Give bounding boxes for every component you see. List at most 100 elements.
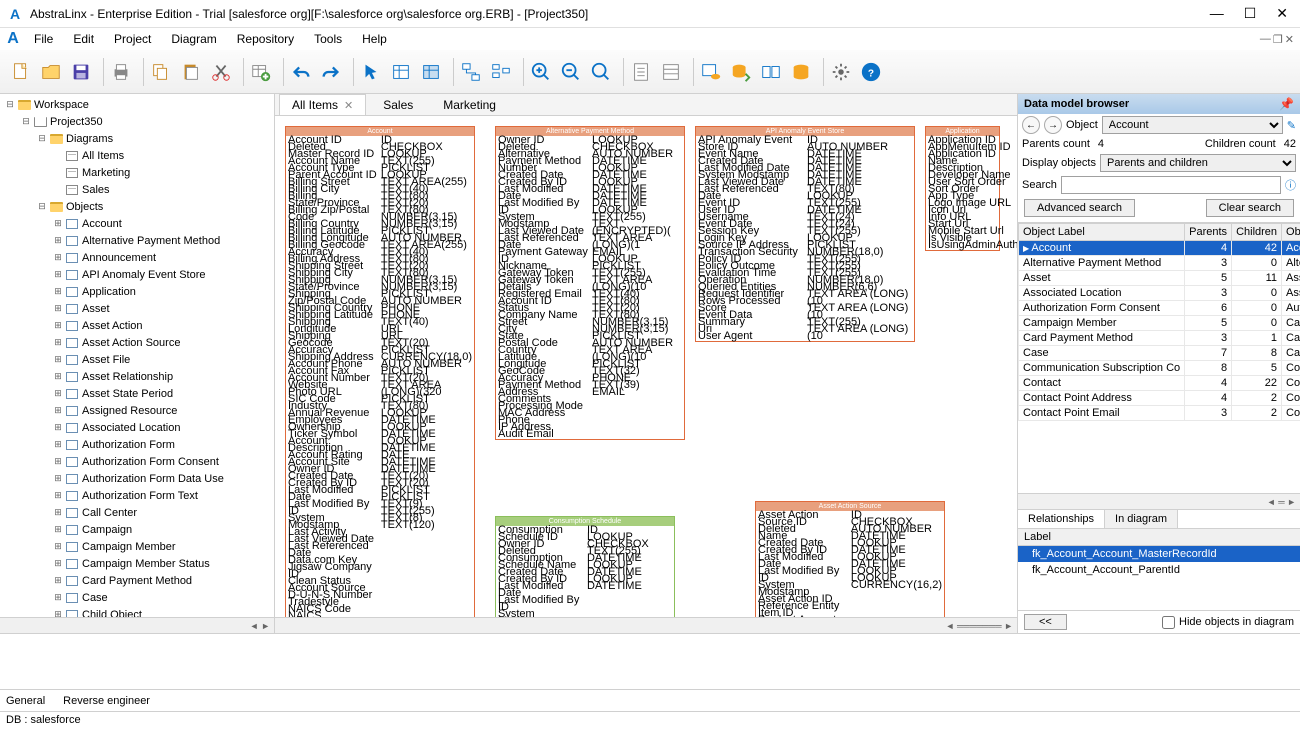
mdi-minimize-icon[interactable]: — xyxy=(1260,33,1271,46)
tab-marketing[interactable]: Marketing xyxy=(430,94,509,115)
tab-all-items[interactable]: All Items✕ xyxy=(279,94,366,115)
tree-objects[interactable]: ⊟Objects xyxy=(0,198,274,215)
objects-grid[interactable]: Object LabelParentsChildrenObjeAccount44… xyxy=(1018,222,1300,493)
db-table-button[interactable] xyxy=(696,57,726,87)
tree-object-child-object[interactable]: ⊞Child Object xyxy=(0,606,274,617)
tree-object-asset-action[interactable]: ⊞Asset Action xyxy=(0,317,274,334)
tree-object-authorization-form[interactable]: ⊞Authorization Form xyxy=(0,436,274,453)
tree-object-announcement[interactable]: ⊞Announcement xyxy=(0,249,274,266)
grid-row[interactable]: Account442Acco xyxy=(1019,241,1300,256)
tree-diagram-sales[interactable]: Sales xyxy=(0,181,274,198)
display-objects-select[interactable]: Parents and children xyxy=(1100,154,1296,172)
grid-header[interactable]: Children xyxy=(1232,224,1282,241)
mdi-close-icon[interactable]: ✕ xyxy=(1285,33,1294,46)
menu-help[interactable]: Help xyxy=(352,29,397,49)
add-table-button[interactable] xyxy=(246,57,276,87)
tree-diagram-marketing[interactable]: Marketing xyxy=(0,164,274,181)
tree-object-campaign-member[interactable]: ⊞Campaign Member xyxy=(0,538,274,555)
list-button[interactable] xyxy=(656,57,686,87)
zoom-in-button[interactable] xyxy=(526,57,556,87)
canvas-scrollbar[interactable]: ◄ ═══════ ► xyxy=(275,617,1017,633)
forward-button[interactable]: → xyxy=(1044,116,1062,134)
tree-object-call-center[interactable]: ⊞Call Center xyxy=(0,504,274,521)
db-cylinder-button[interactable] xyxy=(786,57,816,87)
grid-header[interactable]: Object Label xyxy=(1019,224,1185,241)
relationships-list[interactable]: Label fk_Account_Account_MasterRecordIdf… xyxy=(1018,528,1300,610)
tree-object-asset[interactable]: ⊞Asset xyxy=(0,300,274,317)
tree-object-api-anomaly-event-store[interactable]: ⊞API Anomaly Event Store xyxy=(0,266,274,283)
zoom-out-button[interactable] xyxy=(556,57,586,87)
grid-row[interactable]: Campaign Member50Cam xyxy=(1019,316,1300,331)
open-button[interactable] xyxy=(36,57,66,87)
bottom-tab-general[interactable]: General xyxy=(6,695,45,707)
tree-object-asset-relationship[interactable]: ⊞Asset Relationship xyxy=(0,368,274,385)
menu-tools[interactable]: Tools xyxy=(304,29,352,49)
paste-button[interactable] xyxy=(176,57,206,87)
menu-project[interactable]: Project xyxy=(104,29,161,49)
tree-object-campaign[interactable]: ⊞Campaign xyxy=(0,521,274,538)
tree-object-assigned-resource[interactable]: ⊞Assigned Resource xyxy=(0,402,274,419)
table-tool-button[interactable] xyxy=(386,57,416,87)
diagram-canvas[interactable]: AccountAccount IDDeletedMaster Record ID… xyxy=(275,116,1017,617)
redo-button[interactable] xyxy=(316,57,346,87)
tree-object-case[interactable]: ⊞Case xyxy=(0,589,274,606)
object-select[interactable]: Account xyxy=(1102,116,1283,134)
grid-row[interactable]: Contact422Con xyxy=(1019,376,1300,391)
grid-row[interactable]: Card Payment Method31Carc xyxy=(1019,331,1300,346)
tab-sales[interactable]: Sales xyxy=(370,94,426,115)
tree-diagrams[interactable]: ⊟Diagrams xyxy=(0,130,274,147)
grid-scrollbar[interactable]: ◄ ═ ► xyxy=(1018,493,1300,509)
grid-row[interactable]: Authorization Form Consent60Auth xyxy=(1019,301,1300,316)
tab-close-icon[interactable]: ✕ xyxy=(344,100,353,112)
new-button[interactable] xyxy=(6,57,36,87)
tree-object-asset-file[interactable]: ⊞Asset File xyxy=(0,351,274,368)
grid-row[interactable]: Contact Point Address42Con xyxy=(1019,391,1300,406)
grid-row[interactable]: Associated Location30Asso xyxy=(1019,286,1300,301)
tree-object-asset-action-source[interactable]: ⊞Asset Action Source xyxy=(0,334,274,351)
maximize-button[interactable]: ☐ xyxy=(1244,5,1257,22)
tree-project[interactable]: ⊟Project350 xyxy=(0,113,274,130)
relationship-row[interactable]: fk_Account_Account_MasterRecordId xyxy=(1018,546,1300,562)
minimize-button[interactable]: — xyxy=(1210,5,1224,22)
copy-button[interactable] xyxy=(146,57,176,87)
mdi-restore-icon[interactable]: ❐ xyxy=(1273,33,1283,46)
grid-row[interactable]: Alternative Payment Method30Alter xyxy=(1019,256,1300,271)
back-button[interactable]: ← xyxy=(1022,116,1040,134)
menu-diagram[interactable]: Diagram xyxy=(161,29,226,49)
tree-object-authorization-form-consent[interactable]: ⊞Authorization Form Consent xyxy=(0,453,274,470)
grid-row[interactable]: Contact Point Email32Con xyxy=(1019,406,1300,421)
compare-button[interactable] xyxy=(756,57,786,87)
db-export-button[interactable] xyxy=(726,57,756,87)
pointer-tool-button[interactable] xyxy=(356,57,386,87)
tree-object-alternative-payment-method[interactable]: ⊞Alternative Payment Method xyxy=(0,232,274,249)
zoom-fit-button[interactable] xyxy=(586,57,616,87)
tree-object-card-payment-method[interactable]: ⊞Card Payment Method xyxy=(0,572,274,589)
entity-api[interactable]: API Anomaly Event StoreAPI Anomaly Event… xyxy=(695,126,915,342)
tree-workspace[interactable]: ⊟Workspace xyxy=(0,96,274,113)
advanced-search-button[interactable]: Advanced search xyxy=(1024,199,1135,217)
help-button[interactable]: ? xyxy=(856,57,886,87)
undo-button[interactable] xyxy=(286,57,316,87)
menu-edit[interactable]: Edit xyxy=(63,29,104,49)
tree-diagram-all-items[interactable]: All Items xyxy=(0,147,274,164)
grid-row[interactable]: Communication Subscription Co85Com xyxy=(1019,361,1300,376)
clear-search-button[interactable]: Clear search xyxy=(1206,199,1294,217)
tree-object-asset-state-period[interactable]: ⊞Asset State Period xyxy=(0,385,274,402)
relation-button[interactable] xyxy=(456,57,486,87)
entity-aas[interactable]: Asset Action SourceAsset Action Source I… xyxy=(755,501,945,617)
hide-objects-checkbox[interactable] xyxy=(1162,616,1175,629)
info-icon[interactable]: ⓘ xyxy=(1285,177,1296,193)
tree-object-authorization-form-data-use[interactable]: ⊞Authorization Form Data Use xyxy=(0,470,274,487)
menu-repository[interactable]: Repository xyxy=(227,29,304,49)
menu-file[interactable]: File xyxy=(24,29,63,49)
tree-scrollbar[interactable]: ◄ ► xyxy=(0,617,274,633)
grid-header[interactable]: Parents xyxy=(1185,224,1232,241)
align-button[interactable] xyxy=(486,57,516,87)
grid-row[interactable]: Case78Case xyxy=(1019,346,1300,361)
tree-object-associated-location[interactable]: ⊞Associated Location xyxy=(0,419,274,436)
select-all-button[interactable] xyxy=(416,57,446,87)
workspace-tree[interactable]: ⊟Workspace⊟Project350⊟DiagramsAll ItemsM… xyxy=(0,94,274,617)
bottom-tab-reverse-engineer[interactable]: Reverse engineer xyxy=(63,695,150,707)
print-button[interactable] xyxy=(106,57,136,87)
grid-header[interactable]: Obje xyxy=(1282,224,1300,241)
